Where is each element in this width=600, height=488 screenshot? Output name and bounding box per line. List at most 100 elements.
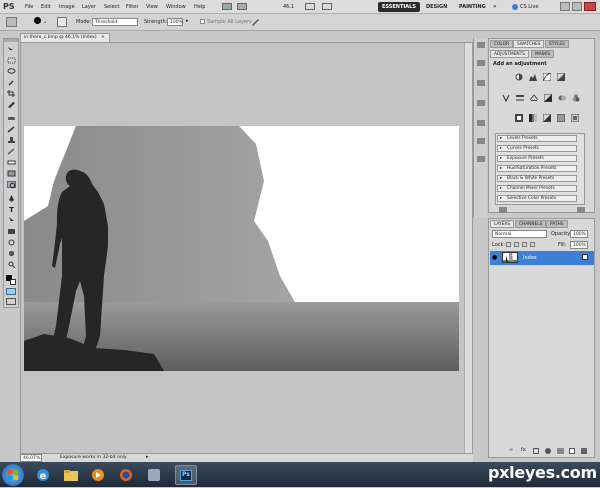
- quick-selection-tool-icon[interactable]: [7, 79, 16, 86]
- selective-color-icon[interactable]: [570, 113, 580, 123]
- type-tool-icon[interactable]: T: [7, 206, 16, 214]
- dodge-tool-icon[interactable]: [7, 181, 16, 189]
- brightness-contrast-icon[interactable]: [515, 73, 523, 81]
- crop-tool-icon[interactable]: [7, 90, 16, 97]
- layer-style-icon[interactable]: fx: [521, 447, 526, 453]
- brush-preset-icon[interactable]: [34, 17, 41, 24]
- adjustment-layer-icon[interactable]: [545, 448, 551, 454]
- gradient-map-icon[interactable]: [556, 113, 566, 123]
- menu-filter[interactable]: Filter: [126, 4, 138, 10]
- opacity-input[interactable]: 100%: [570, 230, 588, 238]
- sample-all-layers-checkbox[interactable]: [200, 19, 205, 24]
- arrange-documents-icon[interactable]: [305, 3, 315, 10]
- menu-layer[interactable]: Layer: [82, 4, 96, 10]
- cs-live-button[interactable]: CS Live: [520, 4, 538, 10]
- zoom-level-input[interactable]: 46.07%: [20, 454, 42, 462]
- minimize-button[interactable]: [560, 2, 570, 11]
- screen-mode-icon[interactable]: [322, 3, 332, 10]
- menubar-zoom[interactable]: 46.1: [283, 4, 294, 10]
- lock-pixels-icon[interactable]: [514, 242, 519, 247]
- more-workspaces-icon[interactable]: »: [493, 3, 497, 10]
- background-color-swatch[interactable]: [10, 279, 16, 285]
- exposure-icon[interactable]: [556, 72, 566, 82]
- screen-mode-tool-icon[interactable]: [6, 298, 16, 305]
- workspace-essentials[interactable]: ESSENTIALS: [378, 2, 420, 12]
- menu-window[interactable]: Window: [166, 4, 186, 10]
- menu-file[interactable]: File: [25, 4, 33, 10]
- group-icon[interactable]: [557, 448, 564, 454]
- close-document-icon[interactable]: ×: [101, 35, 105, 40]
- tab-channels[interactable]: CHANNELS: [515, 220, 547, 228]
- lock-all-icon[interactable]: [530, 242, 535, 247]
- lock-transparent-icon[interactable]: [506, 242, 511, 247]
- curves-icon[interactable]: [542, 72, 552, 82]
- brush-tool-icon[interactable]: [7, 126, 16, 133]
- tab-masks[interactable]: MASKS: [531, 50, 554, 58]
- color-balance-icon[interactable]: [529, 94, 539, 102]
- posterize-icon[interactable]: [529, 114, 537, 122]
- fill-input[interactable]: 100%: [570, 241, 588, 249]
- tool-preset-icon[interactable]: [6, 17, 17, 27]
- tab-adjustments[interactable]: ADJUSTMENTS: [490, 50, 530, 58]
- quick-mask-icon[interactable]: [6, 288, 16, 295]
- app-icon[interactable]: [146, 467, 162, 483]
- tab-layers[interactable]: LAYERS: [490, 220, 515, 228]
- hand-tool-icon[interactable]: [7, 250, 16, 257]
- blend-mode-select[interactable]: Normal: [492, 230, 547, 238]
- image-canvas[interactable]: [24, 126, 459, 371]
- layer-row[interactable]: ● Index: [490, 251, 594, 265]
- clone-stamp-tool-icon[interactable]: [7, 137, 16, 144]
- preset-selective-color[interactable]: ▸ Selective Color Presets: [497, 195, 577, 202]
- lasso-tool-icon[interactable]: [7, 68, 16, 75]
- eyedropper-tool-icon[interactable]: [7, 101, 16, 108]
- paragraph-panel-icon[interactable]: [477, 138, 485, 144]
- strength-dropdown-icon[interactable]: ▸: [186, 18, 189, 24]
- strength-input[interactable]: 100%: [167, 18, 183, 26]
- zoom-tool-icon[interactable]: [7, 261, 16, 269]
- photo-filter-icon[interactable]: [558, 94, 566, 102]
- layer-mask-icon[interactable]: [533, 448, 539, 454]
- marquee-tool-icon[interactable]: [7, 57, 16, 64]
- menu-image[interactable]: Image: [59, 4, 75, 10]
- preset-exposure[interactable]: ▸ Exposure Presets: [497, 155, 577, 162]
- clip-to-layer-icon[interactable]: [499, 207, 507, 213]
- media-player-icon[interactable]: [90, 467, 106, 483]
- levels-icon[interactable]: [529, 73, 537, 81]
- new-layer-icon[interactable]: [569, 448, 575, 454]
- healing-brush-tool-icon[interactable]: [7, 115, 16, 122]
- history-panel-icon[interactable]: [477, 42, 485, 48]
- black-white-icon[interactable]: [543, 93, 553, 103]
- 3d-rotate-tool-icon[interactable]: [7, 239, 16, 246]
- menu-view[interactable]: View: [146, 4, 158, 10]
- trash-icon[interactable]: [581, 448, 587, 454]
- invert-icon[interactable]: [515, 114, 523, 122]
- menu-edit[interactable]: Edit: [41, 4, 51, 10]
- preset-hue-saturation[interactable]: ▸ Hue/Saturation Presets: [497, 165, 577, 172]
- status-menu-icon[interactable]: ▸: [146, 454, 149, 460]
- preset-black-white[interactable]: ▸ Black & White Presets: [497, 175, 577, 182]
- gradient-tool-icon[interactable]: [7, 170, 16, 177]
- document-tab[interactable]: in there_c.bmp @ 46.1% (Index) ×: [20, 33, 110, 42]
- vertical-scrollbar[interactable]: [464, 43, 472, 453]
- menu-select[interactable]: Select: [104, 4, 119, 10]
- close-button[interactable]: [584, 2, 596, 11]
- move-tool-icon[interactable]: [7, 46, 16, 53]
- workspace-painting[interactable]: PAINTING: [455, 2, 490, 12]
- menu-help[interactable]: Help: [194, 4, 205, 10]
- actions-panel-icon[interactable]: [477, 60, 485, 66]
- tab-swatches[interactable]: SWATCHES: [513, 40, 545, 48]
- info-panel-icon[interactable]: [477, 156, 485, 162]
- photoshop-taskbar-button[interactable]: Ps: [175, 465, 197, 485]
- pen-tool-icon[interactable]: [7, 195, 16, 202]
- vibrance-icon[interactable]: [502, 94, 510, 103]
- adjustments-menu-icon[interactable]: [577, 207, 585, 213]
- tools-panel-header[interactable]: [4, 39, 18, 42]
- link-layers-icon[interactable]: ∞: [509, 447, 513, 453]
- shape-tool-icon[interactable]: [7, 228, 16, 235]
- workspace-design[interactable]: DESIGN: [422, 2, 451, 12]
- threshold-icon[interactable]: [542, 113, 552, 123]
- lock-position-icon[interactable]: [522, 242, 527, 247]
- clone-source-panel-icon[interactable]: [477, 100, 485, 106]
- internet-explorer-icon[interactable]: e: [35, 467, 51, 483]
- preset-levels[interactable]: ▸ Levels Presets: [497, 135, 577, 142]
